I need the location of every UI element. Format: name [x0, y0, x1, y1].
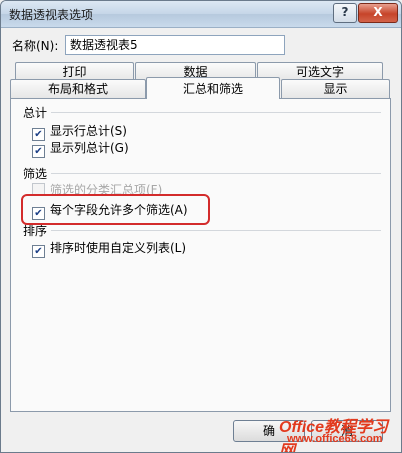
tab-label: 汇总和筛选	[182, 82, 243, 96]
pivot-options-dialog: 数据透视表选项 ? X 名称(N): 打印 数据 可选文字 布局和格式 汇总和筛…	[0, 0, 402, 453]
tab-panel: 总计 ✔ 显示行总计(S) ✔ 显示列总计(G) 筛选 筛选的分类汇总项(F) ✔ 每…	[10, 98, 391, 412]
tab-label: 打印	[62, 65, 87, 79]
help-icon: ?	[341, 5, 349, 19]
close-button[interactable]: X	[358, 3, 398, 23]
filters-section-title: 筛选	[23, 167, 48, 181]
show-column-totals-checkbox[interactable]: ✔ 显示列总计(G)	[32, 140, 129, 158]
help-button[interactable]: ?	[333, 3, 357, 23]
name-label: 名称(N):	[12, 39, 59, 53]
highlight-annotation	[21, 194, 210, 225]
pivot-name-input[interactable]	[65, 35, 285, 55]
tab-label: 布局和格式	[47, 82, 108, 96]
checkbox-label: 显示列总计(G)	[50, 141, 129, 155]
close-icon: X	[373, 5, 383, 19]
checkbox-label: 排序时使用自定义列表(L)	[50, 241, 187, 255]
checkmark-icon: ✔	[32, 245, 45, 258]
checkbox-label: 显示行总计(S)	[50, 124, 127, 138]
show-row-totals-checkbox[interactable]: ✔ 显示行总计(S)	[32, 123, 127, 141]
watermark-url: www.office68.com	[287, 433, 383, 445]
window-title: 数据透视表选项	[9, 8, 94, 22]
checkmark-icon: ✔	[32, 145, 45, 158]
tab-display[interactable]: 显示	[281, 79, 390, 98]
ok-button-label: 确	[262, 424, 275, 438]
tab-layout-format[interactable]: 布局和格式	[10, 79, 146, 98]
separator	[51, 230, 381, 231]
separator	[51, 173, 381, 174]
tab-label: 显示	[323, 82, 348, 96]
separator	[51, 112, 381, 113]
tab-totals-filters[interactable]: 汇总和筛选	[146, 77, 280, 99]
tab-label: 可选文字	[295, 65, 344, 79]
totals-section-title: 总计	[23, 106, 48, 120]
title-bar: 数据透视表选项 ? X	[1, 1, 401, 28]
custom-list-sort-checkbox[interactable]: ✔ 排序时使用自定义列表(L)	[32, 240, 187, 258]
